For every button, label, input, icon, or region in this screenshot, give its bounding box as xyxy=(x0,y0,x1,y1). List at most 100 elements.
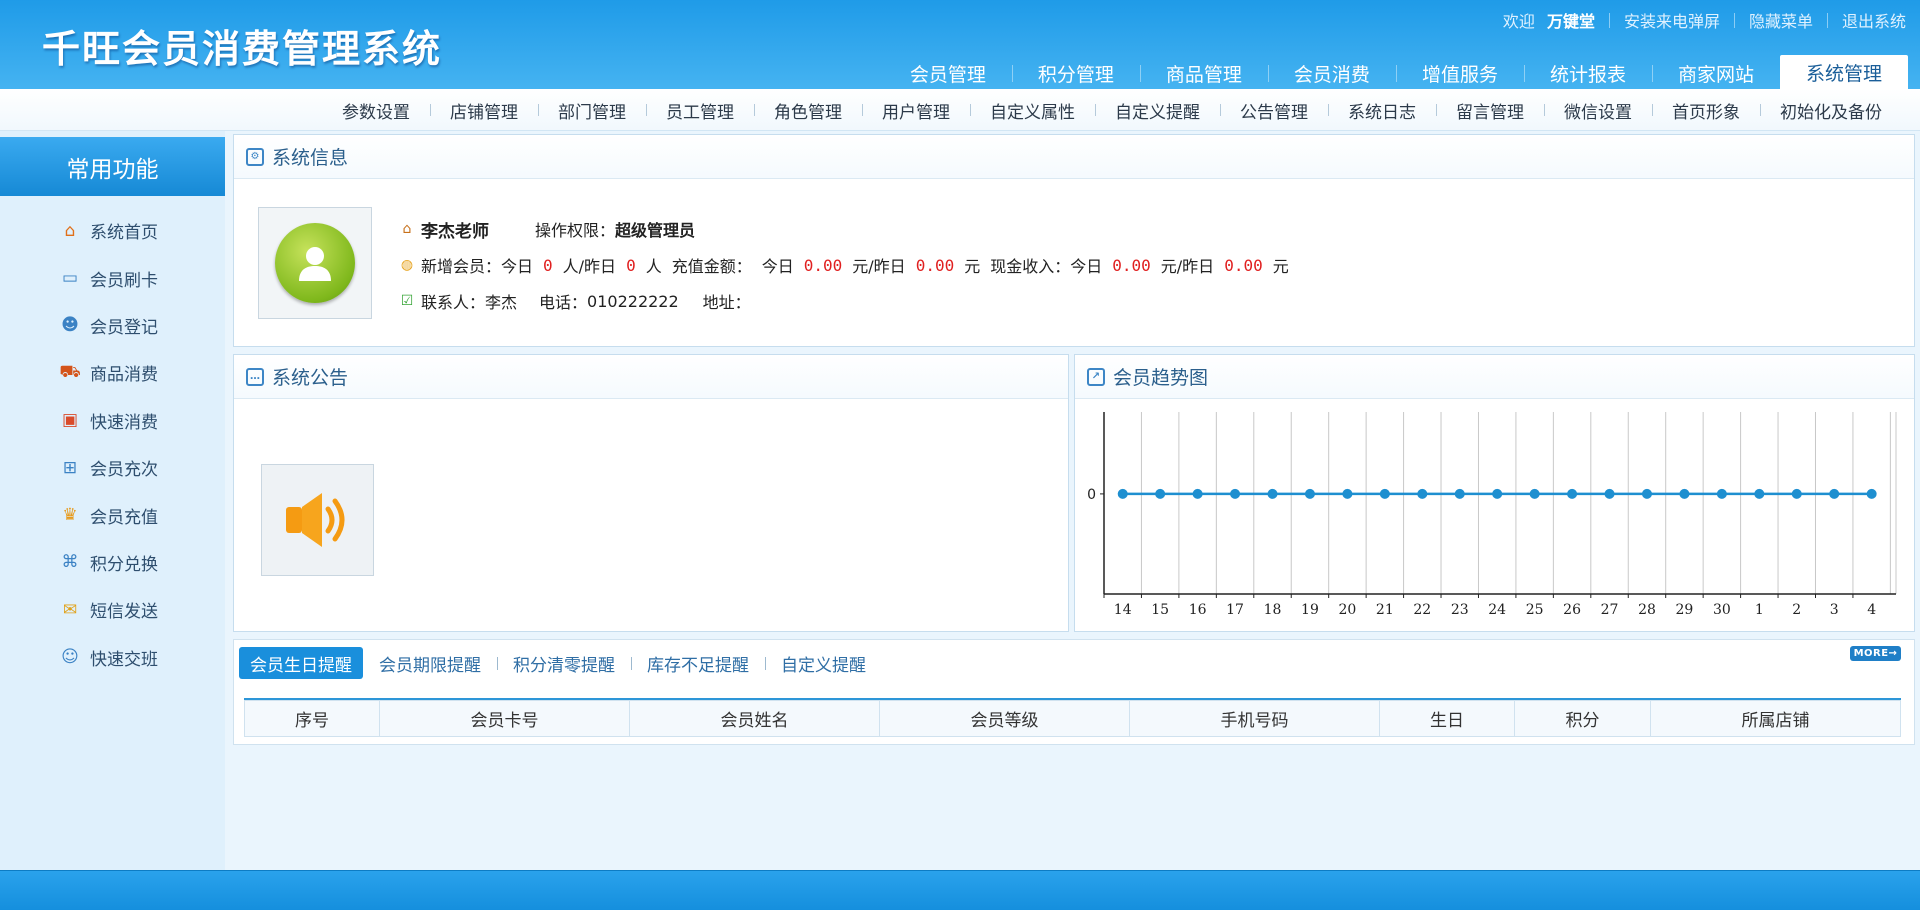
sidebar-item-label: 快速消费 xyxy=(90,412,158,433)
tab-birthday-reminder[interactable]: 会员生日提醒 xyxy=(239,647,363,679)
x-tick-label: 16 xyxy=(1189,602,1207,618)
sidebar-item-points-exchange[interactable]: ⌘ 积分兑换 xyxy=(0,539,225,586)
main-nav: 会员管理 积分管理 商品管理 会员消费 增值服务 统计报表 商家网站 系统管理 xyxy=(884,55,1908,89)
data-point xyxy=(1342,488,1353,499)
user-silhouette-icon xyxy=(299,247,331,281)
tab-custom-reminder[interactable]: 自定义提醒 xyxy=(765,647,882,679)
yuan-yesterday-cash: 元/昨日 xyxy=(1160,257,1215,276)
x-tick-label: 27 xyxy=(1601,602,1619,618)
x-tick-label: 2 xyxy=(1792,602,1801,618)
coins-icon: ◍ xyxy=(400,257,414,273)
sidebar-item-label: 系统首页 xyxy=(90,223,158,244)
member-card-icon: ▭ xyxy=(61,268,79,289)
nav-member-management[interactable]: 会员管理 xyxy=(884,57,1012,89)
speaker-image xyxy=(261,464,374,576)
yuan-yesterday: 元/昨日 xyxy=(852,257,906,276)
tab-expiry-reminder[interactable]: 会员期限提醒 xyxy=(363,647,497,679)
welcome-text: 欢迎 xyxy=(1502,12,1535,31)
subnav-staff[interactable]: 员工管理 xyxy=(646,98,754,123)
sidebar-item-recharge[interactable]: ♛ 会员充值 xyxy=(0,491,225,538)
x-tick-label: 15 xyxy=(1151,602,1169,618)
subnav-custom-attrs[interactable]: 自定义属性 xyxy=(970,98,1095,123)
data-point xyxy=(1454,488,1465,499)
x-tick-label: 20 xyxy=(1338,602,1356,618)
data-point xyxy=(1641,488,1652,499)
subnav-departments[interactable]: 部门管理 xyxy=(538,98,646,123)
today-recharge: 0.00 xyxy=(803,255,843,275)
settings-icon: ⚙ xyxy=(246,147,264,166)
subnav-roles[interactable]: 角色管理 xyxy=(754,98,862,123)
sidebar-item-quick-consume[interactable]: ▣ 快速消费 xyxy=(0,397,225,444)
x-tick-label: 1 xyxy=(1755,602,1764,618)
data-point xyxy=(1866,488,1877,499)
col-points: 积分 xyxy=(1515,701,1651,736)
tab-low-stock-reminder[interactable]: 库存不足提醒 xyxy=(631,647,765,679)
sidebar-item-sms[interactable]: ✉ 短信发送 xyxy=(0,586,225,633)
speaker-icon xyxy=(285,493,344,547)
hide-menu-link[interactable]: 隐藏菜单 xyxy=(1749,8,1813,32)
x-tick-label: 30 xyxy=(1713,602,1731,618)
data-point xyxy=(1754,488,1765,499)
subnav-params[interactable]: 参数设置 xyxy=(322,98,430,123)
data-point xyxy=(1230,488,1241,499)
permission-label: 操作权限： xyxy=(535,221,616,240)
data-point xyxy=(1529,488,1540,499)
sidebar-item-label: 商品消费 xyxy=(90,365,158,386)
data-point xyxy=(1829,488,1840,499)
x-tick-label: 22 xyxy=(1413,602,1431,618)
sidebar-item-goods-consume[interactable]: ⛟ 商品消费 xyxy=(0,349,225,396)
x-tick-label: 17 xyxy=(1226,602,1244,618)
nav-goods-management[interactable]: 商品管理 xyxy=(1139,57,1268,89)
sidebar-item-shift-handover[interactable]: ☺ 快速交班 xyxy=(0,634,225,681)
avatar xyxy=(258,207,372,319)
basket-icon: ⊞ xyxy=(62,457,78,478)
nav-statistics[interactable]: 统计报表 xyxy=(1523,57,1652,89)
nav-merchant-site[interactable]: 商家网站 xyxy=(1651,57,1780,89)
install-popup-link[interactable]: 安装来电弹屏 xyxy=(1624,8,1720,32)
col-member-name: 会员姓名 xyxy=(630,701,880,736)
system-info-header: ⚙ 系统信息 xyxy=(234,135,1914,179)
subnav-stores[interactable]: 店铺管理 xyxy=(430,98,538,123)
x-tick-label: 21 xyxy=(1376,602,1394,618)
top-header: 千旺会员消费管理系统 欢迎 万键堂 安装来电弹屏 隐藏菜单 退出系统 会员管理 … xyxy=(0,0,1920,89)
y-tick-label: 0 xyxy=(1087,487,1096,503)
data-point xyxy=(1604,488,1615,499)
nav-value-added[interactable]: 增值服务 xyxy=(1395,57,1524,89)
nav-member-consumption[interactable]: 会员消费 xyxy=(1267,57,1396,89)
subnav-custom-reminders[interactable]: 自定义提醒 xyxy=(1095,98,1220,123)
sidebar-item-swipe-card[interactable]: ▭ 会员刷卡 xyxy=(0,254,225,301)
x-tick-label: 23 xyxy=(1451,602,1469,618)
trend-icon: ↗ xyxy=(1087,367,1105,386)
nav-points-management[interactable]: 积分管理 xyxy=(1011,57,1140,89)
tab-points-clear-reminder[interactable]: 积分清零提醒 xyxy=(497,647,631,679)
col-member-level: 会员等级 xyxy=(880,701,1130,736)
subnav-system-log[interactable]: 系统日志 xyxy=(1328,98,1436,123)
crown-icon: ♛ xyxy=(62,505,78,526)
subnav-announcements[interactable]: 公告管理 xyxy=(1220,98,1328,123)
data-point xyxy=(1379,488,1390,499)
data-point xyxy=(1567,488,1578,499)
sidebar: 常用功能 ⌂ 系统首页 ▭ 会员刷卡 ☻ 会员登记 ⛟ 商品消费 ▣ 快速消费 ⊞ 会员充次… xyxy=(0,131,225,870)
col-phone: 手机号码 xyxy=(1130,701,1380,736)
more-button[interactable]: MORE→ xyxy=(1850,646,1901,661)
subnav-homepage[interactable]: 首页形象 xyxy=(1652,98,1760,123)
reminder-tabs: 会员生日提醒 会员期限提醒 积分清零提醒 库存不足提醒 自定义提醒 xyxy=(239,647,882,679)
subnav-wechat[interactable]: 微信设置 xyxy=(1544,98,1652,123)
x-tick-label: 19 xyxy=(1301,602,1319,618)
trend-header: ↗ 会员趋势图 xyxy=(1075,355,1914,399)
sidebar-item-register[interactable]: ☻ 会员登记 xyxy=(0,302,225,349)
app-logo: 千旺会员消费管理系统 xyxy=(42,27,443,71)
nav-system-management[interactable]: 系统管理 xyxy=(1779,55,1908,89)
logout-link[interactable]: 退出系统 xyxy=(1842,8,1906,32)
subnav-users[interactable]: 用户管理 xyxy=(862,98,970,123)
mail-icon: ✉ xyxy=(62,599,78,620)
sidebar-item-home[interactable]: ⌂ 系统首页 xyxy=(0,207,225,254)
col-index: 序号 xyxy=(245,701,380,736)
today-label: 今日 xyxy=(761,257,794,276)
data-point xyxy=(1192,488,1203,499)
chart-icon: ▣ xyxy=(61,410,79,431)
cart-icon: ⛟ xyxy=(59,361,81,382)
subnav-init-backup[interactable]: 初始化及备份 xyxy=(1760,98,1902,123)
sidebar-item-recharge-times[interactable]: ⊞ 会员充次 xyxy=(0,444,225,491)
subnav-messages[interactable]: 留言管理 xyxy=(1436,98,1544,123)
